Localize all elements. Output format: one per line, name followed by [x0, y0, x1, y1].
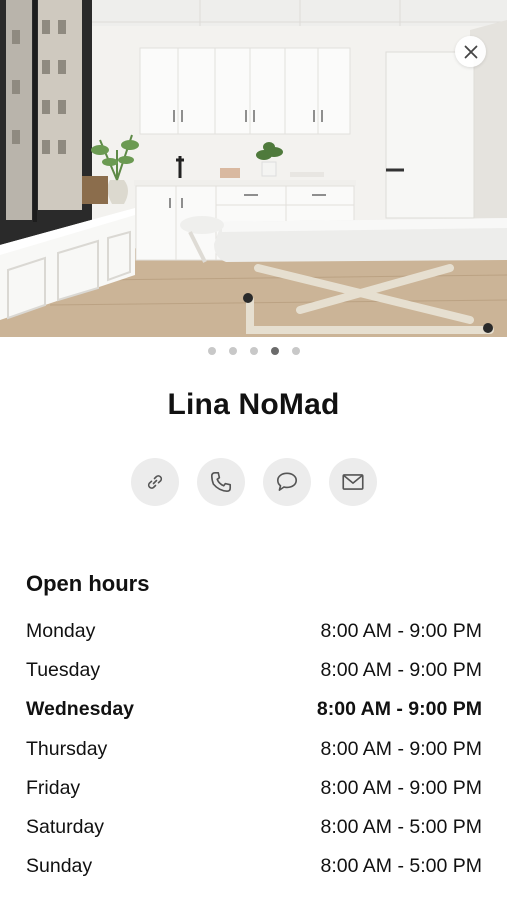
call-button[interactable] [196, 458, 245, 506]
close-icon [464, 45, 477, 58]
time-range: 8:00 AM - 9:00 PM [320, 776, 483, 799]
page-dot-active[interactable] [270, 347, 279, 355]
day-label: Saturday [26, 816, 105, 839]
page-dot[interactable] [249, 347, 258, 355]
open-hours-heading: Open hours [26, 571, 150, 596]
email-button[interactable] [328, 458, 377, 506]
link-icon [147, 475, 162, 489]
message-icon [276, 472, 297, 491]
website-link-button[interactable] [130, 458, 179, 506]
phone-icon [210, 471, 231, 493]
time-range: 8:00 AM - 5:00 PM [320, 855, 483, 878]
close-button[interactable] [455, 36, 486, 67]
gallery-photo[interactable] [0, 0, 507, 337]
day-label: Friday [26, 776, 81, 799]
room-image [0, 0, 507, 337]
day-label: Monday [26, 620, 96, 643]
contact-actions [0, 458, 507, 506]
day-label: Wednesday [26, 698, 135, 721]
day-label: Thursday [26, 737, 108, 760]
open-hours-list: Monday 8:00 AM - 9:00 PM Tuesday 8:00 AM… [26, 612, 482, 886]
page-dot[interactable] [207, 347, 216, 355]
mail-icon [341, 474, 364, 490]
time-range: 8:00 AM - 9:00 PM [320, 737, 483, 760]
place-name: Lina NoMad [167, 388, 340, 421]
page-dot[interactable] [228, 347, 237, 355]
hours-row-friday: Friday 8:00 AM - 9:00 PM [26, 769, 482, 808]
time-range: 8:00 AM - 9:00 PM [320, 659, 483, 682]
hours-row-wednesday: Wednesday 8:00 AM - 9:00 PM [26, 690, 482, 729]
day-label: Sunday [26, 855, 93, 878]
message-button[interactable] [262, 458, 311, 506]
gallery-page-indicator[interactable] [0, 345, 507, 357]
day-label: Tuesday [26, 659, 101, 682]
time-range: 8:00 AM - 5:00 PM [320, 816, 483, 839]
hours-row-sunday: Sunday 8:00 AM - 5:00 PM [26, 847, 482, 886]
hours-row-saturday: Saturday 8:00 AM - 5:00 PM [26, 808, 482, 847]
hours-row-tuesday: Tuesday 8:00 AM - 9:00 PM [26, 651, 482, 690]
hours-row-monday: Monday 8:00 AM - 9:00 PM [26, 612, 482, 651]
time-range: 8:00 AM - 9:00 PM [320, 620, 483, 643]
page-dot[interactable] [291, 347, 300, 355]
time-range: 8:00 AM - 9:00 PM [316, 698, 482, 721]
hours-row-thursday: Thursday 8:00 AM - 9:00 PM [26, 730, 482, 769]
